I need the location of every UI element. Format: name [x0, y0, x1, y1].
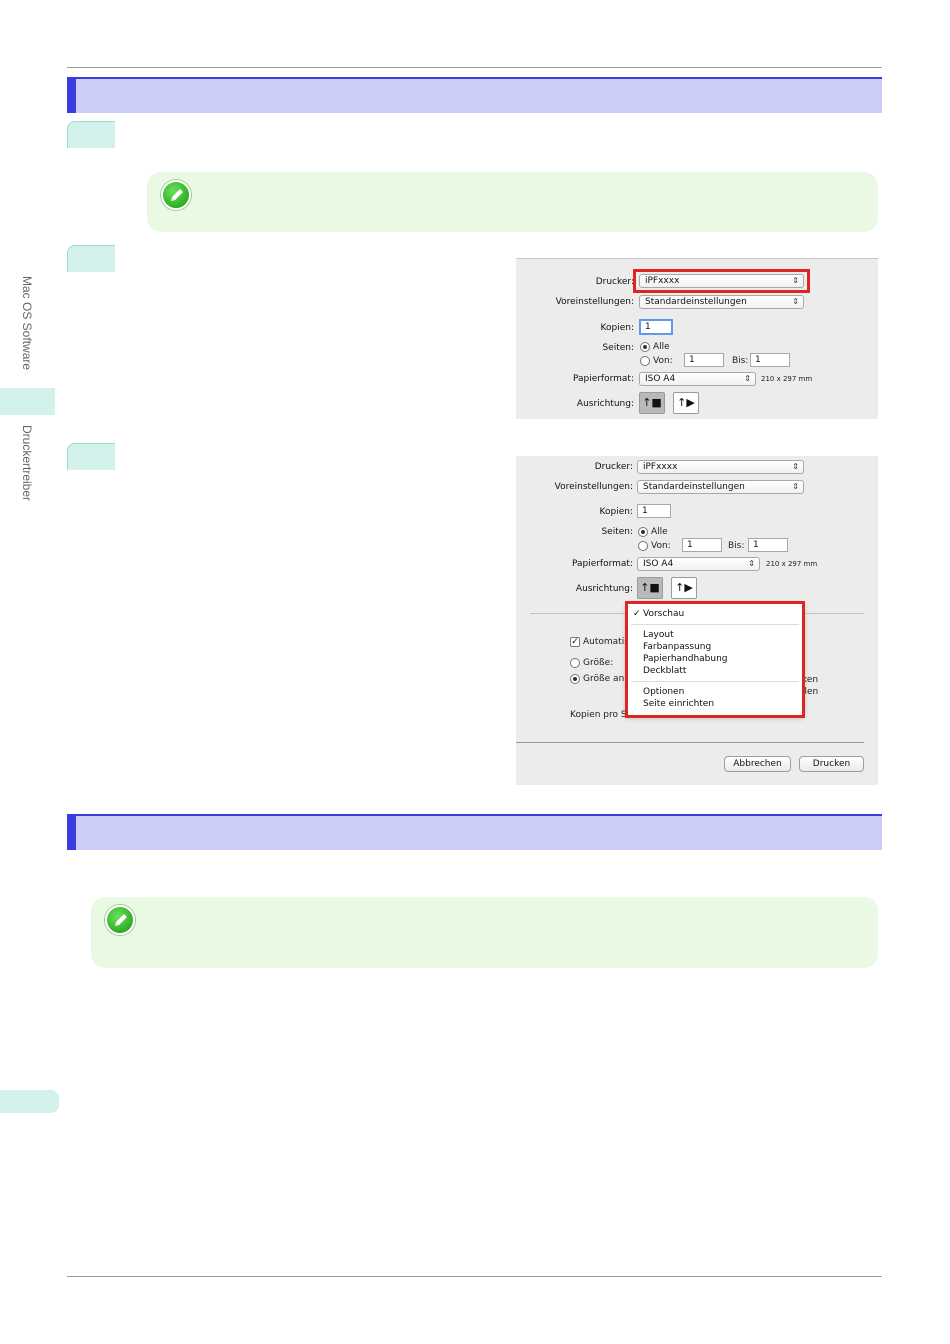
orientation-label: Ausrichtung: — [576, 399, 634, 409]
section-header-bar-2 — [67, 814, 882, 850]
paper-size-text: 210 x 297 mm — [761, 375, 813, 383]
note-pencil-icon — [161, 180, 191, 210]
printer-label: Drucker: — [595, 277, 634, 287]
printer-highlight-box — [633, 269, 810, 293]
print-dialog-screenshot-2: Drucker: iPFxxxx ⇕ Voreinstellungen: Stan… — [516, 456, 878, 785]
paper-size-text: 210 x 297 mm — [766, 560, 818, 568]
paper-popup[interactable]: ISO A4 ⇕ — [637, 557, 760, 571]
section-header-bar-1 — [67, 77, 882, 113]
paper-label: Papierformat: — [571, 559, 633, 569]
bottom-rule — [67, 1276, 882, 1277]
cancel-button[interactable]: Abbrechen — [724, 756, 791, 772]
copies-label: Kopien: — [599, 507, 633, 517]
auto-checkbox[interactable]: ✓ — [570, 637, 580, 647]
portrait-orientation-icon[interactable]: ↑■ — [639, 392, 665, 414]
step-tab-1 — [67, 121, 115, 148]
from-field[interactable]: 1 — [684, 353, 724, 367]
fit-size-label: Größe an — [583, 674, 625, 684]
updown-arrow-icon: ⇕ — [744, 374, 751, 383]
side-tab-druckertreiber: Druckertreiber — [20, 425, 34, 502]
pages-from-radio[interactable] — [638, 541, 648, 551]
page-tab-marker — [0, 1090, 59, 1113]
copies-field[interactable]: 1 — [639, 319, 673, 335]
copies-label: Kopien: — [600, 323, 634, 333]
from-field[interactable]: 1 — [682, 538, 722, 552]
printer-popup[interactable]: iPFxxxx ⇕ — [637, 460, 804, 474]
pages-from-label: Von: — [651, 541, 671, 551]
updown-arrow-icon: ⇕ — [792, 482, 799, 491]
size-radio[interactable] — [570, 658, 580, 668]
note-pencil-icon — [105, 905, 135, 935]
printer-label: Drucker: — [594, 462, 633, 472]
paper-popup[interactable]: ISO A4 ⇕ — [639, 372, 756, 386]
orientation-label: Ausrichtung: — [575, 584, 633, 594]
updown-arrow-icon: ⇕ — [792, 297, 799, 306]
menu-highlight-box — [625, 601, 805, 718]
landscape-orientation-icon[interactable]: ↑▶ — [671, 577, 697, 599]
pages-all-label: Alle — [651, 527, 668, 537]
pages-all-radio[interactable] — [640, 342, 650, 352]
pages-from-label: Von: — [653, 356, 673, 366]
to-label: Bis: — [728, 541, 745, 551]
presets-label: Voreinstellungen: — [554, 482, 633, 492]
to-field[interactable]: 1 — [748, 538, 788, 552]
fit-size-radio[interactable] — [570, 674, 580, 684]
print-dialog-screenshot-1: Drucker: iPFxxxx ⇕ Voreinstellungen: Stan… — [516, 258, 878, 419]
presets-label: Voreinstellungen: — [555, 297, 634, 307]
updown-arrow-icon: ⇕ — [792, 462, 799, 471]
paper-label: Papierformat: — [572, 374, 634, 384]
pages-all-label: Alle — [653, 342, 670, 352]
copies-field[interactable]: 1 — [637, 504, 671, 518]
landscape-orientation-icon[interactable]: ↑▶ — [673, 392, 699, 414]
pages-label: Seiten: — [602, 343, 634, 353]
top-rule — [67, 67, 882, 68]
step-tab-3 — [67, 443, 115, 470]
note-box-1 — [147, 172, 878, 232]
side-tab-mac-os-software: Mac OS Software — [20, 276, 34, 371]
pages-all-radio[interactable] — [638, 527, 648, 537]
print-button[interactable]: Drucken — [799, 756, 864, 772]
footer-separator — [516, 742, 864, 743]
step-tab-2 — [67, 245, 115, 272]
note-box-2 — [91, 897, 878, 968]
updown-arrow-icon: ⇕ — [748, 559, 755, 568]
size-label: Größe: — [583, 658, 614, 668]
pages-from-radio[interactable] — [640, 356, 650, 366]
to-label: Bis: — [732, 356, 749, 366]
side-tab-marker — [0, 388, 55, 415]
to-field[interactable]: 1 — [750, 353, 790, 367]
pages-label: Seiten: — [601, 527, 633, 537]
presets-popup[interactable]: Standardeinstellungen ⇕ — [639, 295, 804, 309]
auto-label: Automatis — [583, 637, 629, 647]
portrait-orientation-icon[interactable]: ↑■ — [637, 577, 663, 599]
presets-popup[interactable]: Standardeinstellungen ⇕ — [637, 480, 804, 494]
